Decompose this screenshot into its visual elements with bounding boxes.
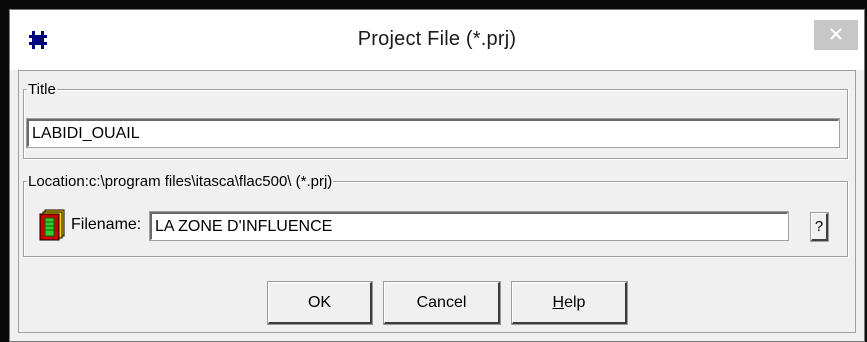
- ok-button[interactable]: OK: [267, 281, 373, 325]
- window-title: Project File (*.prj): [357, 28, 517, 50]
- filename-label: Filename:: [71, 216, 142, 233]
- close-icon: [830, 27, 842, 43]
- close-button[interactable]: [814, 20, 858, 50]
- project-file-dialog: Project File (*.prj) Title Location:c:\p…: [9, 9, 865, 342]
- book-icon: [39, 209, 65, 241]
- title-bar[interactable]: Project File (*.prj): [10, 10, 864, 70]
- location-group-label: Location:c:\program files\itasca\flac500…: [28, 173, 333, 190]
- help-label-rest: elp: [564, 293, 586, 311]
- browse-button[interactable]: ?: [810, 212, 829, 242]
- cancel-button[interactable]: Cancel: [383, 281, 501, 325]
- title-input[interactable]: [26, 118, 840, 148]
- dialog-client-area: Title Location:c:\program files\itasca\f…: [18, 70, 856, 333]
- help-mnemonic: H: [552, 293, 565, 311]
- help-button[interactable]: Help: [511, 281, 628, 325]
- filename-input[interactable]: [149, 211, 789, 241]
- title-group-label: Title: [28, 81, 56, 98]
